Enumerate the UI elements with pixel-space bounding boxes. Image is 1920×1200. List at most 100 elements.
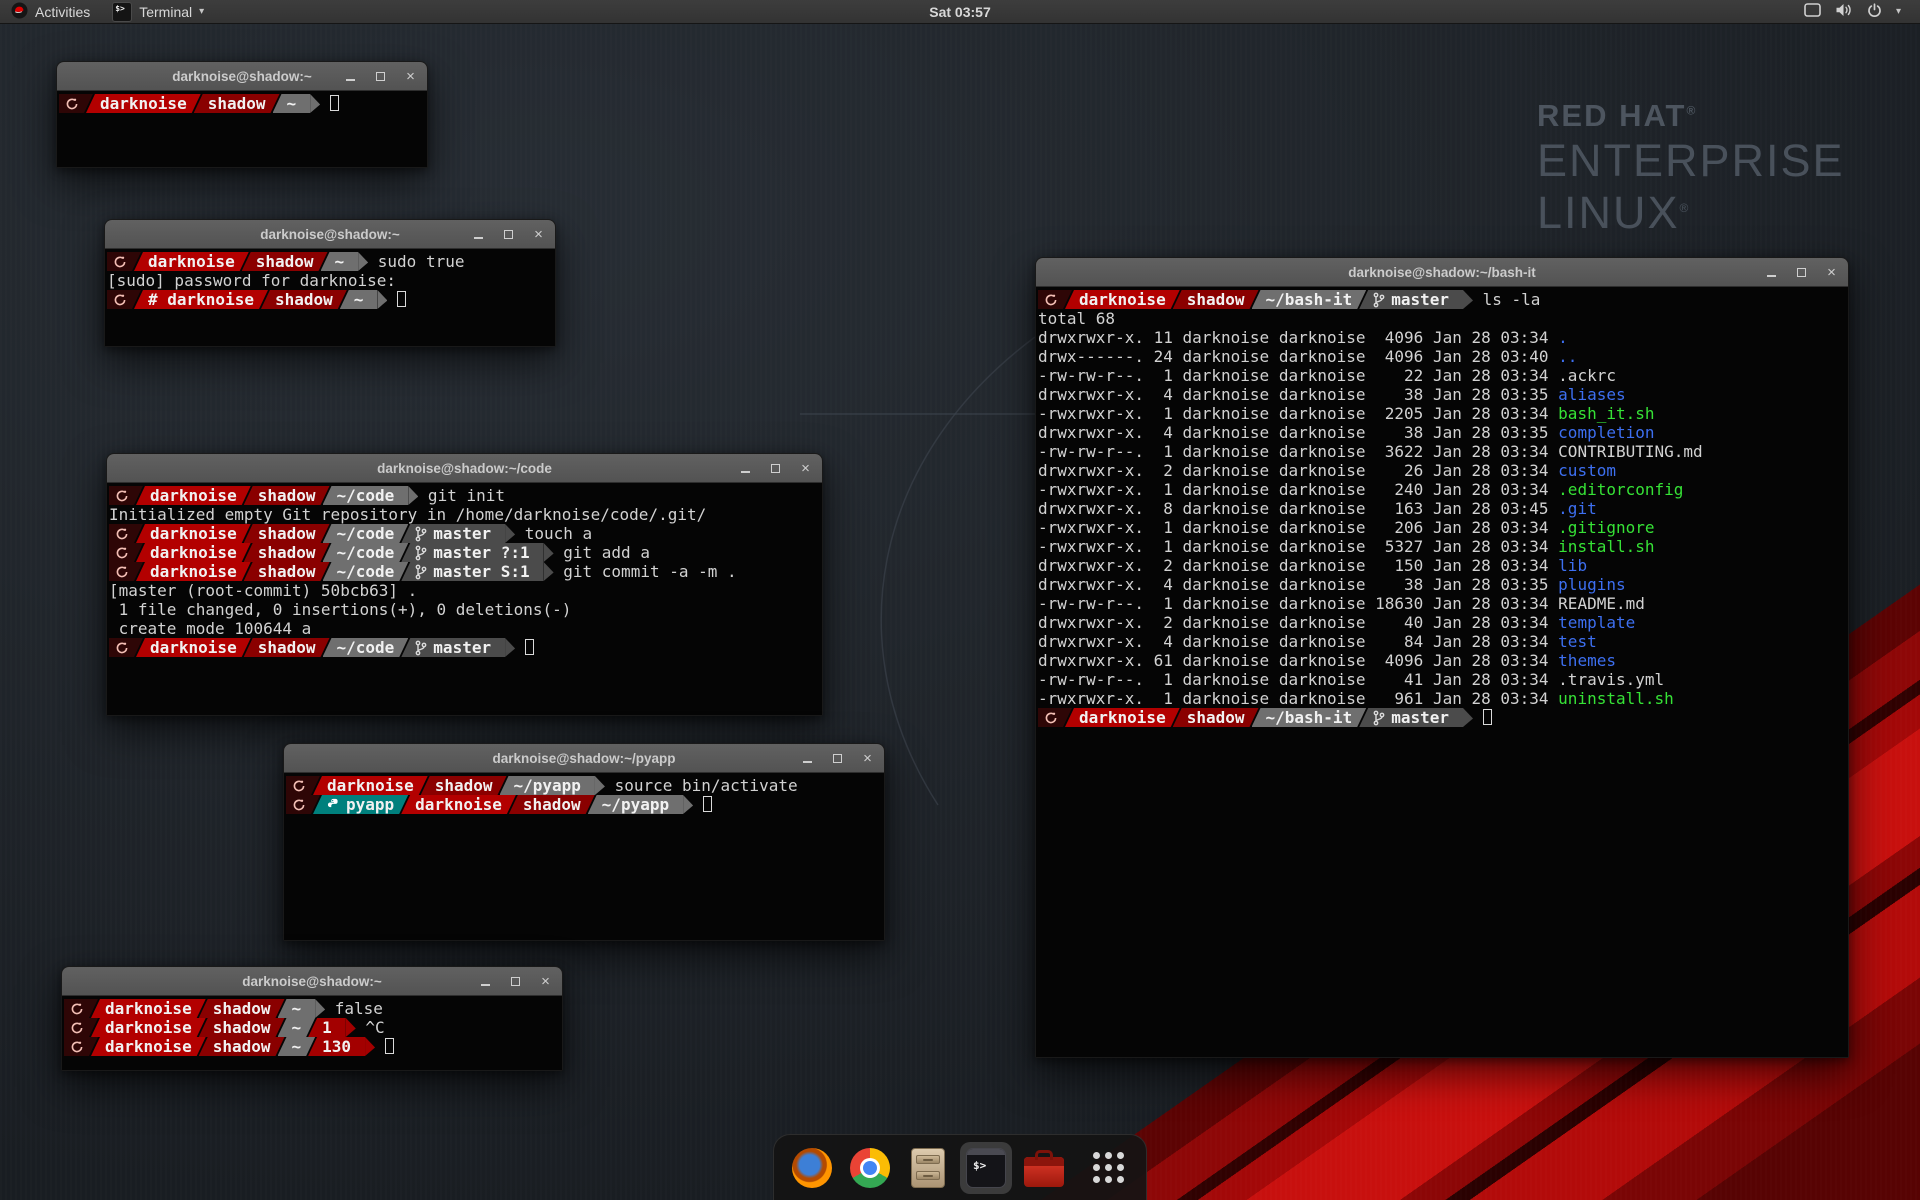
window-minimize-button[interactable]: [1765, 266, 1778, 279]
prompt-segment-host: shadow: [1173, 290, 1259, 309]
dock-item-app-grid[interactable]: [1082, 1142, 1134, 1194]
rhel-logo: RED HAT® ENTERPRISE LINUX®: [1537, 100, 1845, 235]
dock-item-firefox[interactable]: [786, 1142, 838, 1194]
window-titlebar[interactable]: darknoise@shadow:~/bash-it×: [1036, 258, 1848, 287]
terminal-content[interactable]: darknoiseshadow~ sudo true[sudo] passwor…: [105, 249, 555, 346]
prompt-segment-host: shadow: [194, 94, 280, 113]
window-titlebar[interactable]: darknoise@shadow:~/code×: [107, 454, 822, 483]
minimize-icon: [803, 761, 812, 763]
window-maximize-button[interactable]: [769, 462, 782, 475]
prompt-segment-host: shadow: [199, 999, 285, 1018]
chevron-down-icon: ▾: [199, 6, 204, 17]
dock-item-toolbox[interactable]: [1018, 1142, 1070, 1194]
distro-icon: [115, 527, 129, 541]
maximize-icon: [511, 977, 520, 986]
file-name: .: [1558, 328, 1568, 347]
file-name: lib: [1558, 556, 1587, 575]
prompt-arrow-icon: [683, 795, 693, 814]
file-meta: drwxrwxr-x. 61 darknoise darknoise 4096 …: [1038, 651, 1558, 670]
window-close-button[interactable]: ×: [539, 975, 552, 988]
window-maximize-button[interactable]: [374, 70, 387, 83]
app-menu-label: Terminal: [139, 4, 192, 20]
terminal-line: drwxrwxr-x. 2 darknoise darknoise 40 Jan…: [1038, 613, 1848, 632]
window-minimize-button[interactable]: [472, 228, 485, 241]
output-text: [sudo] password for darknoise:: [107, 271, 396, 290]
terminal-content[interactable]: darknoiseshadow~/pyapp source bin/activa…: [284, 773, 884, 940]
window-maximize-button[interactable]: [1795, 266, 1808, 279]
prompt-segment-host: shadow: [421, 776, 507, 795]
prompt-arrow-icon: [1463, 708, 1473, 727]
file-meta: -rwxrwxr-x. 1 darknoise darknoise 206 Ja…: [1038, 518, 1558, 537]
terminal-line: drwx------. 24 darknoise darknoise 4096 …: [1038, 347, 1848, 366]
terminal-line: darknoiseshadow~ sudo true: [107, 252, 555, 271]
prompt-segment-path: ~/code: [323, 524, 409, 543]
window-minimize-button[interactable]: [801, 752, 814, 765]
prompt-arrow-icon: [358, 252, 368, 271]
window-close-button[interactable]: ×: [1825, 266, 1838, 279]
window-minimize-button[interactable]: [479, 975, 492, 988]
maximize-icon: [771, 464, 780, 473]
terminal-window-home-small[interactable]: darknoise@shadow:~×darknoiseshadow~: [56, 61, 428, 168]
prompt-segment-user: darknoise: [1065, 708, 1180, 727]
terminal-cursor: [1483, 709, 1492, 725]
distro-icon: [70, 1021, 84, 1035]
window-close-button[interactable]: ×: [404, 70, 417, 83]
terminal-content[interactable]: darknoiseshadow~ falsedarknoiseshadow~1 …: [62, 996, 562, 1070]
terminal-line: darknoiseshadow~/code git init: [109, 486, 822, 505]
terminal-window-bash-it[interactable]: darknoise@shadow:~/bash-it×darknoiseshad…: [1035, 257, 1849, 1058]
window-minimize-button[interactable]: [344, 70, 357, 83]
terminal-window-exitcodes[interactable]: darknoise@shadow:~ × darknoiseshadow~ fals…: [61, 966, 563, 1071]
window-maximize-button[interactable]: [831, 752, 844, 765]
terminal-cursor: [385, 1038, 394, 1054]
file-name: template: [1558, 613, 1635, 632]
terminal-line: darknoiseshadow~/bash-itmaster: [1038, 708, 1848, 727]
window-title: darknoise@shadow:~: [242, 974, 382, 989]
terminal-line: drwxrwxr-x. 4 darknoise darknoise 38 Jan…: [1038, 423, 1848, 442]
prompt-arrow-icon: [544, 562, 554, 581]
terminal-window-code[interactable]: darknoise@shadow:~/code×darknoiseshadow~…: [106, 453, 823, 716]
terminal-window-sudo[interactable]: darknoise@shadow:~×darknoiseshadow~ sudo…: [104, 219, 556, 347]
terminal-content[interactable]: darknoiseshadow~/code git initInitialize…: [107, 483, 822, 715]
dock-item-files[interactable]: [902, 1142, 954, 1194]
window-titlebar[interactable]: darknoise@shadow:~×: [105, 220, 555, 249]
terminal-line: -rwxrwxr-x. 1 darknoise darknoise 5327 J…: [1038, 537, 1848, 556]
prompt-arrow-icon: [505, 524, 515, 543]
screen-icon: [1804, 3, 1821, 20]
clock[interactable]: Sat 03:57: [918, 0, 1001, 23]
file-name: themes: [1558, 651, 1616, 670]
terminal-line: drwxrwxr-x. 2 darknoise darknoise 26 Jan…: [1038, 461, 1848, 480]
terminal-content[interactable]: darknoiseshadow~: [57, 91, 427, 167]
terminal-line: darknoiseshadow~/codemaster: [109, 638, 822, 657]
window-titlebar[interactable]: darknoise@shadow:~×: [57, 62, 427, 91]
terminal-window-pyapp[interactable]: darknoise@shadow:~/pyapp×darknoiseshadow…: [283, 743, 885, 941]
window-close-button[interactable]: ×: [532, 228, 545, 241]
files-icon: [911, 1148, 945, 1188]
app-menu-button[interactable]: $> Terminal ▾: [101, 0, 215, 23]
system-status-area[interactable]: ▾: [1793, 0, 1912, 23]
terminal-content[interactable]: darknoiseshadow~/bash-itmaster ls -latot…: [1036, 287, 1848, 1057]
window-titlebar[interactable]: darknoise@shadow:~/pyapp×: [284, 744, 884, 773]
prompt-segment-venv: pyapp: [313, 795, 408, 814]
window-minimize-button[interactable]: [739, 462, 752, 475]
window-maximize-button[interactable]: [509, 975, 522, 988]
window-maximize-button[interactable]: [502, 228, 515, 241]
window-titlebar[interactable]: darknoise@shadow:~ ×: [62, 967, 562, 996]
activities-button[interactable]: Activities: [0, 0, 101, 23]
prompt-arrow-icon: [544, 543, 554, 562]
dock-item-chrome[interactable]: [844, 1142, 896, 1194]
terminal-line: -rw-rw-r--. 1 darknoise darknoise 3622 J…: [1038, 442, 1848, 461]
file-name: completion: [1558, 423, 1654, 442]
file-meta: drwxrwxr-x. 4 darknoise darknoise 84 Jan…: [1038, 632, 1558, 651]
file-meta: drwxrwxr-x. 8 darknoise darknoise 163 Ja…: [1038, 499, 1558, 518]
maximize-icon: [504, 230, 513, 239]
file-name: test: [1558, 632, 1597, 651]
terminal-line: darknoiseshadow~1 ^C: [64, 1018, 562, 1037]
window-close-button[interactable]: ×: [861, 752, 874, 765]
prompt-arrow-icon: [505, 638, 515, 657]
terminal-line: drwxrwxr-x. 61 darknoise darknoise 4096 …: [1038, 651, 1848, 670]
terminal-line: create mode 100644 a: [109, 619, 822, 638]
prompt-segment-path: ~/pyapp: [588, 795, 683, 814]
output-text: Initialized empty Git repository in /hom…: [109, 505, 706, 524]
dock-item-terminal[interactable]: $>: [960, 1142, 1012, 1194]
window-close-button[interactable]: ×: [799, 462, 812, 475]
